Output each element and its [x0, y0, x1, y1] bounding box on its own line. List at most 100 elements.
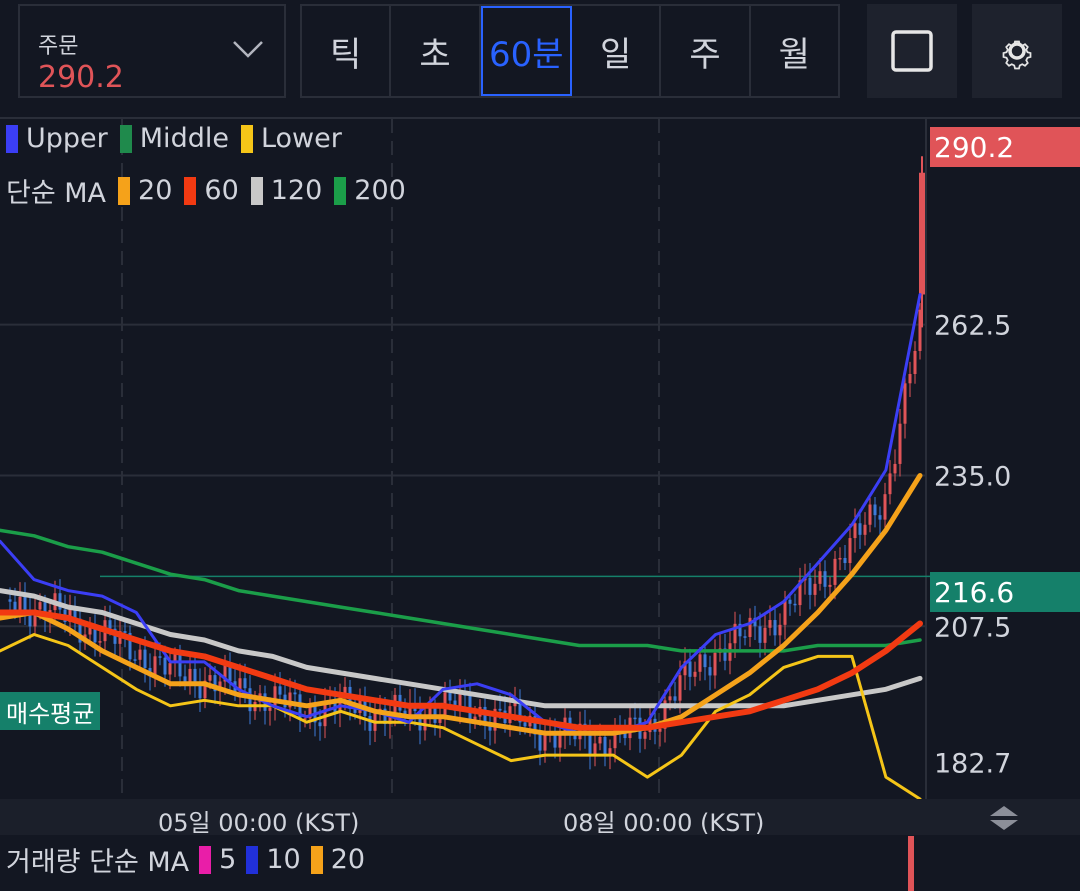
candle-body: [523, 722, 527, 727]
candle-body: [193, 668, 197, 684]
candle-body: [138, 649, 142, 660]
vol-ma5-label: 5: [219, 844, 237, 875]
ma20-swatch: [118, 176, 131, 205]
candle-body: [278, 686, 282, 695]
candle-body: [558, 734, 562, 748]
candle-body: [768, 620, 772, 628]
candle-body: [708, 667, 712, 676]
candle-body: [853, 523, 857, 539]
settings-button[interactable]: [972, 4, 1062, 98]
candle-body: [543, 734, 547, 751]
volume-legend: 거래량 단순 MA 5 10 20: [6, 840, 365, 879]
legend-middle: Middle: [139, 123, 229, 154]
candle-body: [538, 734, 542, 751]
candle-body: [698, 654, 702, 672]
volume-bar-latest: [908, 836, 914, 891]
layout-button[interactable]: [867, 4, 957, 98]
candle-body: [883, 494, 887, 520]
candle-body: [158, 656, 162, 658]
avg-price-tag: 216.6: [930, 572, 1080, 612]
candle-body: [143, 649, 147, 668]
candle-body: [633, 717, 637, 720]
resize-updown-icon[interactable]: [986, 804, 1022, 832]
candle-body: [783, 599, 787, 625]
candle-body: [168, 663, 172, 675]
tab-60min[interactable]: 60분: [480, 6, 572, 96]
price-chart[interactable]: 262.5 235.0 207.5 182.7 Upper Middle Lower …: [0, 119, 1080, 799]
x-tick-label: 08일 00:00 (KST): [563, 809, 765, 837]
tab-tick[interactable]: 틱: [302, 6, 392, 96]
candle-body: [893, 463, 897, 474]
candle-body: [673, 696, 677, 701]
candle-body: [368, 715, 372, 731]
candle-body: [163, 657, 167, 675]
tab-day[interactable]: 일: [572, 6, 662, 96]
candle-body: [833, 558, 837, 585]
candle-body: [273, 686, 277, 708]
candle-body: [903, 383, 907, 424]
chevron-down-icon: [233, 41, 263, 58]
candle-body: [318, 722, 322, 727]
candle-body: [858, 523, 862, 535]
vol-ma20-label: 20: [330, 844, 366, 875]
candle-body: [878, 515, 882, 520]
candle-body: [868, 504, 872, 525]
tab-month[interactable]: 월: [751, 6, 838, 96]
vol-ma20-swatch: [310, 845, 323, 874]
order-dropdown[interactable]: 주문 290.2: [18, 4, 286, 98]
candle-body: [243, 678, 247, 689]
vol-ma5-swatch: [199, 845, 212, 874]
candle-body: [808, 577, 812, 595]
candle-body: [863, 524, 867, 535]
price-chart-svg: 262.5 235.0 207.5 182.7: [0, 119, 1011, 799]
candle-body: [908, 373, 912, 384]
x-tick-label: 05일 00:00 (KST): [158, 809, 360, 837]
candle-body: [323, 702, 327, 727]
time-axis[interactable]: 05일 00:00 (KST) 08일 00:00 (KST): [0, 799, 1080, 837]
candle-body: [668, 696, 672, 701]
candle-body: [448, 692, 452, 701]
candle-body: [788, 599, 792, 604]
y-tick-label: 182.7: [934, 748, 1011, 779]
candle-body: [873, 504, 877, 516]
candle-body: [593, 743, 597, 755]
candle-body: [758, 626, 762, 643]
candle-body: [18, 596, 22, 610]
legend-ma200: 200: [354, 175, 406, 206]
candle-body: [268, 707, 272, 711]
ma200-swatch: [334, 176, 347, 205]
series-line-200: [0, 528, 922, 653]
legend-ma120: 120: [270, 175, 323, 206]
candle-body: [763, 627, 767, 643]
last-price-tag: 290.2: [930, 127, 1080, 167]
order-price: 290.2: [38, 60, 124, 95]
candle-body: [108, 620, 112, 629]
ma120-swatch: [250, 176, 263, 205]
volume-legend-prefix: 거래량 단순 MA: [6, 847, 190, 878]
candle-body: [23, 596, 27, 611]
lower-swatch: [240, 124, 253, 153]
candle-body: [293, 692, 297, 695]
candle-body: [658, 728, 662, 732]
legend-upper: Upper: [26, 123, 108, 154]
candle-body: [703, 654, 707, 668]
tab-week[interactable]: 주: [661, 6, 751, 96]
candle-body: [818, 571, 822, 584]
candle-body: [38, 602, 42, 610]
tab-second[interactable]: 초: [391, 6, 481, 96]
vol-ma10-swatch: [246, 845, 259, 874]
candle-body: [693, 671, 697, 677]
candle-body: [8, 599, 12, 602]
candle-body: [178, 654, 182, 677]
candle-body: [133, 659, 137, 661]
candle-body: [603, 736, 607, 755]
gear-icon: [1002, 40, 1032, 70]
candle-body: [838, 557, 842, 560]
candle-body: [598, 736, 602, 744]
timeframe-tabs: 틱 초 60분 일 주 월: [300, 4, 840, 98]
candle-body: [713, 652, 717, 676]
candle-body: [248, 688, 252, 712]
square-icon: [891, 30, 933, 72]
upper-swatch: [6, 124, 18, 153]
candle-body: [643, 732, 647, 739]
